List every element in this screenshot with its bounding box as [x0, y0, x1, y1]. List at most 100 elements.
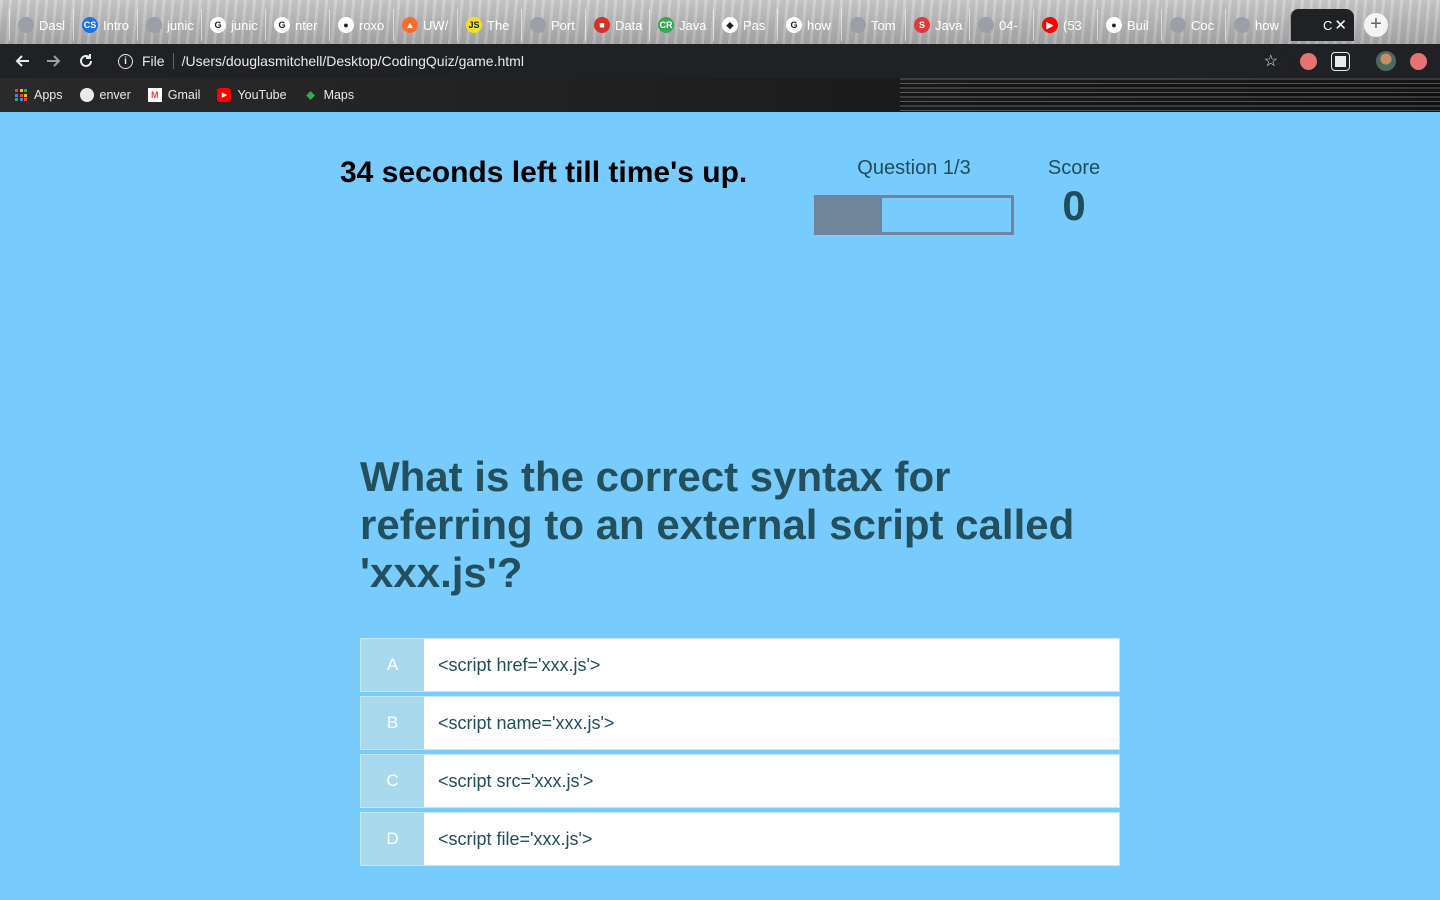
tab[interactable]: how — [1225, 9, 1287, 41]
tab-label: Tom — [871, 17, 896, 33]
bookmark-enver[interactable]: enver — [79, 88, 131, 102]
tab[interactable]: ▶ (53 — [1033, 9, 1095, 41]
tab-label: roxo — [359, 17, 385, 33]
tab[interactable]: Gnter — [265, 9, 327, 41]
apps-grid-icon — [14, 88, 28, 102]
globe-icon — [79, 88, 94, 102]
bookmark-gmail[interactable]: M Gmail — [147, 88, 200, 102]
tab[interactable]: ■ Data — [585, 9, 647, 41]
tab[interactable]: JS The — [457, 9, 519, 41]
bookmark-youtube[interactable]: ▶ YouTube — [217, 88, 287, 102]
tab-label: Java — [935, 17, 963, 33]
browser-toolbar: i File /Users/douglasmitchell/Desktop/Co… — [0, 44, 1440, 78]
tab-label: Intro — [103, 17, 130, 33]
tab[interactable]: ● roxo — [329, 9, 391, 41]
tab[interactable]: ▲ UW/ — [393, 9, 455, 41]
tab-label: how — [807, 17, 831, 33]
tab[interactable]: junic — [137, 9, 199, 41]
tab[interactable]: Dasl — [9, 9, 71, 41]
address-bar[interactable]: i File /Users/douglasmitchell/Desktop/Co… — [112, 48, 1292, 74]
tab[interactable]: Ghow — [777, 9, 839, 41]
score-label: Score — [1047, 157, 1101, 179]
cr-icon: CR — [658, 17, 674, 33]
answer-option-c[interactable]: C <script src='xxx.js'> — [360, 754, 1120, 808]
youtube-icon: ▶ — [217, 88, 232, 102]
answer-list: A <script href='xxx.js'> B <script name=… — [360, 638, 1120, 870]
answer-letter: D — [361, 813, 424, 865]
answer-option-d[interactable]: D <script file='xxx.js'> — [360, 812, 1120, 866]
answer-option-a[interactable]: A <script href='xxx.js'> — [360, 638, 1120, 692]
cs-icon: CS — [82, 17, 98, 33]
tab[interactable]: Tom — [841, 9, 903, 41]
back-arrow-icon[interactable] — [12, 51, 32, 71]
extension-alert-icon[interactable] — [1410, 53, 1427, 70]
answer-letter: C — [361, 755, 424, 807]
google-icon: G — [210, 17, 226, 33]
globe-icon — [18, 17, 34, 33]
answer-text[interactable]: <script src='xxx.js'> — [424, 755, 1119, 807]
github-icon: ● — [1106, 17, 1122, 33]
progress-bar — [814, 195, 1014, 235]
gitlab-icon: ▲ — [402, 17, 418, 33]
bookmark-label: enver — [99, 88, 131, 102]
bookmark-apps[interactable]: Apps — [14, 88, 63, 102]
file-label: File — [142, 53, 165, 69]
tab-label: (53 — [1063, 17, 1082, 33]
question-counter: Question 1/3 — [857, 157, 971, 179]
extension-zoom-icon[interactable] — [1331, 52, 1350, 71]
tab-label: nter — [295, 17, 318, 33]
tab-label: junic — [231, 17, 258, 33]
tab-strip: Dasl CS Intro junic Gjunic Gnter ● roxo ▲ UW/JS Th… — [0, 0, 1440, 44]
tab-label: Data — [615, 17, 643, 33]
tab[interactable]: CS Intro — [73, 9, 135, 41]
tab-label: Dasl — [39, 17, 66, 33]
answer-text[interactable]: <script file='xxx.js'> — [424, 813, 1119, 865]
tab-label: Pas — [743, 17, 766, 33]
tab[interactable]: Gjunic — [201, 9, 263, 41]
tab-label: The — [487, 17, 510, 33]
new-tab-button[interactable]: + — [1364, 13, 1388, 37]
info-icon[interactable]: i — [118, 53, 133, 69]
extension-record-icon[interactable] — [1300, 53, 1317, 70]
reload-icon[interactable] — [76, 51, 96, 71]
globe-icon — [1170, 17, 1186, 33]
question-text: What is the correct syntax for referring… — [360, 453, 1075, 596]
close-icon[interactable]: ✕ — [1334, 16, 1347, 34]
score-value: 0 — [1062, 182, 1086, 229]
tab-label: Coc — [1191, 17, 1215, 33]
globe-icon — [978, 17, 994, 33]
globe-icon — [530, 17, 546, 33]
w3-icon: S — [914, 17, 930, 33]
url-text[interactable]: /Users/douglasmitchell/Desktop/CodingQui… — [182, 53, 524, 69]
tab[interactable]: 04- — [969, 9, 1031, 41]
answer-letter: B — [361, 697, 424, 749]
tab-label: Port — [551, 17, 575, 33]
tab-label: Buil — [1127, 17, 1149, 33]
bookmark-label: Apps — [34, 88, 63, 102]
youtube-icon: ▶ — [1042, 17, 1058, 33]
tab[interactable]: Port — [521, 9, 583, 41]
tab-label: how — [1255, 17, 1279, 33]
tab[interactable]: ● Buil — [1097, 9, 1159, 41]
bookmark-star-icon[interactable]: ☆ — [1264, 51, 1278, 71]
bookmarks-bar: Apps enver M Gmail ▶ YouTube ⬥ Maps — [0, 78, 1440, 112]
forward-arrow-icon[interactable] — [44, 51, 64, 71]
answer-option-b[interactable]: B <script name='xxx.js'> — [360, 696, 1120, 750]
tab[interactable]: Coc — [1161, 9, 1223, 41]
tab[interactable]: CR Java — [649, 9, 711, 41]
tab[interactable]: S Java — [905, 9, 967, 41]
avatar[interactable] — [1376, 51, 1396, 71]
bookmark-label: Maps — [323, 88, 355, 102]
progress-bar-fill — [817, 198, 882, 232]
maps-icon: ⬥ — [306, 87, 316, 102]
tab[interactable]: ◆ Pas — [713, 9, 775, 41]
tab-label: junic — [167, 17, 194, 33]
bookmark-maps[interactable]: ⬥ Maps — [304, 87, 355, 102]
answer-text[interactable]: <script href='xxx.js'> — [424, 639, 1119, 691]
tab-active[interactable]: C ✕ — [1290, 9, 1354, 41]
codepen-icon: ◆ — [722, 17, 738, 33]
quiz-page: 34 seconds left till time's up. Question… — [0, 112, 1440, 900]
answer-text[interactable]: <script name='xxx.js'> — [424, 697, 1119, 749]
globe-icon — [146, 17, 162, 33]
omnibox-divider — [172, 53, 174, 69]
